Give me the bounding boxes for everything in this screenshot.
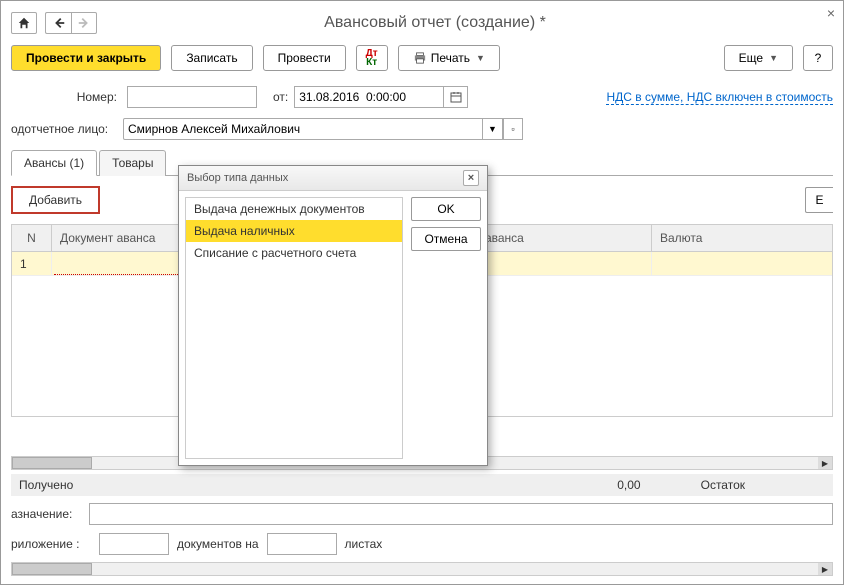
nav-group [45,12,97,34]
received-label: Получено [19,478,73,492]
scroll-right-icon[interactable]: ▶ [818,563,832,575]
chevron-down-icon: ▼ [769,53,778,63]
main-toolbar: Провести и закрыть Записать Провести ДтК… [11,45,833,71]
th-n: N [12,225,52,251]
main-window: × Авансовый отчет (создание) * Провести … [0,0,844,585]
list-item[interactable]: Выдача наличных [186,220,402,242]
purpose-label: азначение: [11,507,81,521]
forward-button[interactable] [71,12,97,34]
docs-on-label: документов на [177,537,259,551]
tab-more-button[interactable]: Е [805,187,833,213]
list-item[interactable]: Выдача денежных документов [186,198,402,220]
purpose-input[interactable] [89,503,833,525]
dialog-buttons: OK Отмена [411,197,481,459]
arrow-right-icon [77,16,91,30]
tab-goods[interactable]: Товары [99,150,166,176]
remainder-label: Остаток [701,478,745,492]
person-label: одотчетное лицо: [11,122,117,136]
cell-currency [652,252,832,275]
dialog-title: Выбор типа данных [187,172,288,184]
cancel-button[interactable]: Отмена [411,227,481,251]
vat-link[interactable]: НДС в сумме, НДС включен в стоимость [606,90,833,105]
person-dropdown-button[interactable]: ▼ [483,118,503,140]
more-button[interactable]: Еще ▼ [724,45,793,71]
calendar-button[interactable] [444,86,468,108]
dialog-body: Выдача денежных документов Выдача наличн… [179,191,487,465]
type-list: Выдача денежных документов Выдача наличн… [185,197,403,459]
person-combo: ▼ ▫ [123,118,523,140]
from-label: от: [273,90,288,104]
th-currency: Валюта [652,225,832,251]
more-label: Еще [739,51,763,65]
title-bar: Авансовый отчет (создание) * [11,9,833,37]
window-scrollbar[interactable]: ▶ [11,562,833,576]
date-group [294,86,468,108]
attachment-label: риложение : [11,537,91,551]
arrow-left-icon [52,16,66,30]
footer: ▶ Получено 0,00 Остаток азначение: рилож… [11,456,833,576]
scrollbar-thumb[interactable] [12,563,92,575]
person-open-button[interactable]: ▫ [503,118,523,140]
chevron-down-icon: ▼ [476,53,485,63]
sheets-count-input[interactable] [267,533,337,555]
type-selection-dialog: Выбор типа данных × Выдача денежных доку… [178,165,488,466]
totals-bar: Получено 0,00 Остаток [11,474,833,496]
scroll-right-icon[interactable]: ▶ [818,457,832,469]
home-icon [17,16,31,30]
page-title: Авансовый отчет (создание) * [105,14,765,32]
purpose-row: азначение: [11,502,833,526]
number-row: Номер: от: НДС в сумме, НДС включен в ст… [11,85,833,109]
number-label: Номер: [31,90,121,104]
sheets-label: листах [345,537,383,551]
calendar-icon [450,91,462,103]
scrollbar-thumb[interactable] [12,457,92,469]
add-button[interactable]: Добавить [11,186,100,214]
open-icon: ▫ [511,124,514,134]
received-value: 0,00 [617,478,640,492]
dtkt-button[interactable]: ДтКт [356,45,388,71]
docs-count-input[interactable] [99,533,169,555]
date-input[interactable] [294,86,444,108]
back-button[interactable] [45,12,71,34]
dialog-close-button[interactable]: × [463,170,479,186]
dtkt-icon: ДтКт [366,49,378,67]
ok-button[interactable]: OK [411,197,481,221]
dialog-titlebar[interactable]: Выбор типа данных × [179,166,487,191]
list-item[interactable]: Списание с расчетного счета [186,242,402,264]
print-label: Печать [431,51,470,65]
person-input[interactable] [123,118,483,140]
cell-n: 1 [12,252,52,275]
submit-close-button[interactable]: Провести и закрыть [11,45,161,71]
number-input[interactable] [127,86,257,108]
tab-advances[interactable]: Авансы (1) [11,150,97,176]
home-button[interactable] [11,12,37,34]
help-button[interactable]: ? [803,45,833,71]
window-close-icon[interactable]: × [827,5,835,21]
save-button[interactable]: Записать [171,45,252,71]
person-row: одотчетное лицо: ▼ ▫ [11,117,833,141]
chevron-down-icon: ▼ [488,124,497,134]
submit-button[interactable]: Провести [263,45,346,71]
printer-icon [413,52,427,64]
print-button[interactable]: Печать ▼ [398,45,500,71]
attachment-row: риложение : документов на листах [11,532,833,556]
